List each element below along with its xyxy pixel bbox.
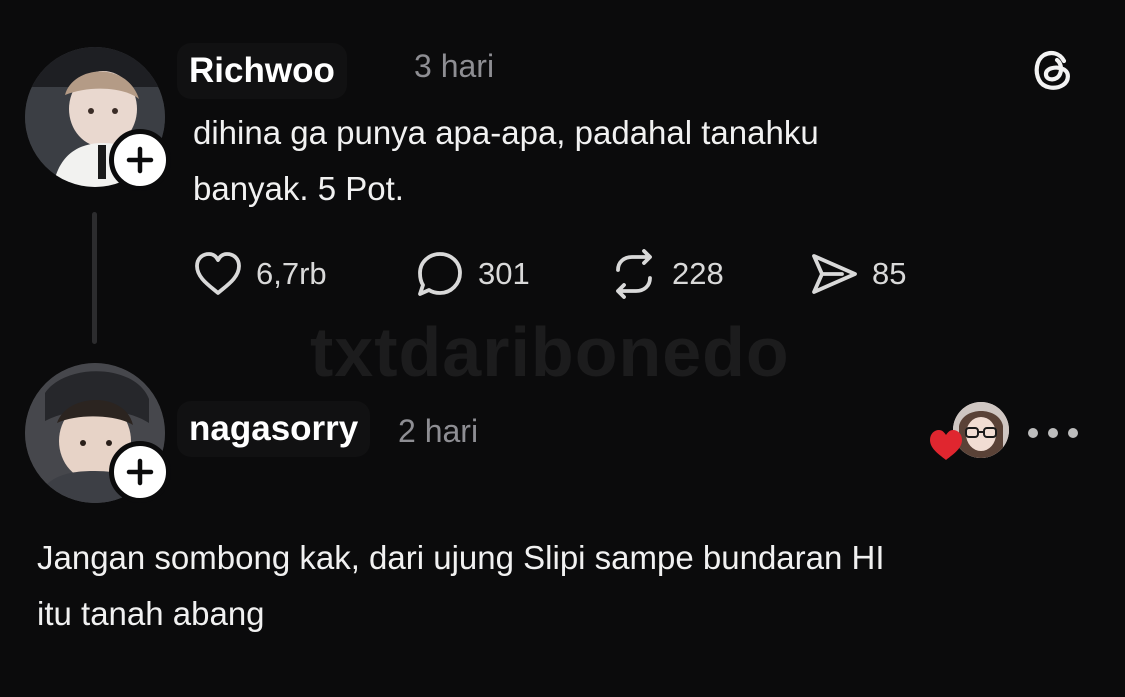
share-button[interactable]: 85 [808, 248, 906, 300]
watermark: txtdaribonedo [310, 313, 790, 391]
like-count: 6,7rb [256, 256, 327, 291]
repost-count: 228 [672, 256, 724, 291]
thread-connector-line [92, 212, 97, 344]
reply-button[interactable]: 301 [414, 248, 530, 300]
post-timestamp: 3 hari [414, 48, 495, 84]
share-count: 85 [872, 256, 907, 291]
send-icon [812, 254, 857, 294]
heart-icon [930, 430, 962, 460]
reply-count: 301 [478, 256, 530, 291]
more-icon[interactable] [1028, 422, 1078, 444]
follow-button[interactable] [109, 129, 171, 191]
repost-button[interactable]: 228 [608, 248, 724, 300]
repost-icon [616, 249, 652, 299]
follow-button[interactable] [109, 441, 171, 503]
post-text-line-2: banyak. 5 Pot. [193, 170, 404, 207]
post-text-line-1: dihina ga punya apa-apa, padahal tanahku [193, 114, 819, 151]
more-dot [1048, 428, 1058, 438]
post-username[interactable]: Richwoo [177, 43, 347, 99]
reply-text: Jangan sombong kak, dari ujung Slipi sam… [37, 530, 885, 642]
plus-icon [126, 458, 154, 486]
like-button[interactable]: 6,7rb [192, 248, 327, 300]
comment-icon [418, 252, 462, 296]
more-dot [1028, 428, 1038, 438]
post-text: dihina ga punya apa-apa, padahal tanahku… [193, 105, 819, 217]
reply-text-line-2: itu tanah abang [37, 595, 265, 632]
more-dot [1068, 428, 1078, 438]
plus-icon [126, 146, 154, 174]
reply-timestamp: 2 hari [398, 413, 479, 449]
reply-username[interactable]: nagasorry [177, 401, 371, 457]
threads-logo-icon[interactable] [1027, 44, 1079, 96]
reply-text-line-1: Jangan sombong kak, dari ujung Slipi sam… [37, 539, 885, 576]
heart-icon [195, 252, 241, 295]
